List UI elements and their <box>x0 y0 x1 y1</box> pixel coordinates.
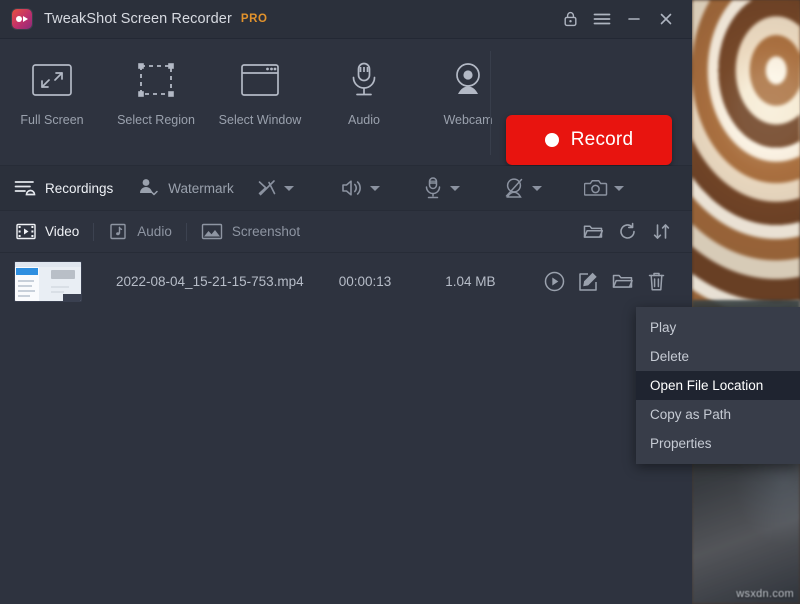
capture-webcam-label: Webcam <box>443 113 492 127</box>
watermark-off-icon[interactable] <box>256 177 278 199</box>
microphone-toggle-group <box>422 166 466 211</box>
microphone-icon <box>347 57 381 103</box>
context-menu-item-copy-as-path[interactable]: Copy as Path <box>636 400 800 429</box>
app-logo-icon <box>12 9 32 29</box>
chevron-down-icon[interactable] <box>278 166 300 211</box>
tab-screenshot-label: Screenshot <box>232 224 300 239</box>
tab-video[interactable]: Video <box>0 211 93 253</box>
camera-toggle-group <box>584 166 630 211</box>
close-icon[interactable] <box>650 0 682 38</box>
open-folder-icon[interactable] <box>578 217 608 247</box>
capture-select-region-label: Select Region <box>117 113 195 127</box>
record-button-label: Record <box>571 129 633 151</box>
microphone-icon[interactable] <box>422 176 444 200</box>
tab-actions <box>578 217 676 247</box>
watermark-toggle-group <box>256 166 300 211</box>
watermark-label: Watermark <box>168 181 234 196</box>
webcam-toggle-group <box>502 166 548 211</box>
webcam-icon <box>449 57 487 103</box>
chevron-down-icon[interactable] <box>444 166 466 211</box>
app-title: TweakShot Screen Recorder <box>44 11 232 27</box>
capture-webcam[interactable]: Webcam <box>416 39 520 127</box>
recordings-label: Recordings <box>45 181 113 196</box>
refresh-icon[interactable] <box>612 217 642 247</box>
capture-select-window-label: Select Window <box>219 113 302 127</box>
lock-icon[interactable] <box>554 0 586 38</box>
tab-audio-label: Audio <box>137 224 172 239</box>
chevron-down-icon[interactable] <box>526 166 548 211</box>
select-window-icon <box>239 57 281 103</box>
video-thumbnail <box>14 261 82 302</box>
film-icon <box>16 223 36 240</box>
table-row[interactable]: 2022-08-04_15-21-15-753.mp4 00:00:13 1.0… <box>0 253 692 309</box>
context-menu-item-play[interactable]: Play <box>636 313 800 342</box>
file-duration: 00:00:13 <box>339 274 446 289</box>
watermark-button[interactable]: Watermark <box>137 166 234 211</box>
context-menu-item-delete[interactable]: Delete <box>636 342 800 371</box>
full-screen-icon <box>31 57 73 103</box>
media-tabs: Video Audio <box>0 211 692 253</box>
minimize-icon[interactable] <box>618 0 650 38</box>
pro-badge: PRO <box>241 13 268 25</box>
music-note-icon <box>108 223 128 240</box>
folder-icon[interactable] <box>610 269 634 293</box>
file-name: 2022-08-04_15-21-15-753.mp4 <box>116 274 339 289</box>
select-region-icon <box>135 57 177 103</box>
capture-full-screen[interactable]: Full Screen <box>0 39 104 127</box>
capture-select-window[interactable]: Select Window <box>208 39 312 127</box>
edit-icon[interactable] <box>576 269 600 293</box>
record-dot-icon <box>545 133 559 147</box>
context-menu-item-properties[interactable]: Properties <box>636 429 800 458</box>
capture-audio[interactable]: Audio <box>312 39 416 127</box>
hamburger-menu-icon[interactable] <box>586 0 618 38</box>
recordings-icon <box>14 178 36 198</box>
image-icon <box>201 223 223 240</box>
options-bar: Recordings Watermark <box>0 166 692 211</box>
recordings-button[interactable]: Recordings <box>14 166 113 211</box>
sort-icon[interactable] <box>646 217 676 247</box>
speaker-toggle-group <box>340 166 386 211</box>
capture-audio-label: Audio <box>348 113 380 127</box>
speaker-icon[interactable] <box>340 177 364 199</box>
tab-audio[interactable]: Audio <box>94 211 186 253</box>
toolbar-divider <box>490 51 491 155</box>
site-watermark: wsxdn.com <box>736 588 794 600</box>
context-menu: Play Delete Open File Location Copy as P… <box>636 307 800 464</box>
capture-toolbar: Full Screen Select Region <box>0 39 692 166</box>
trash-icon[interactable] <box>644 269 668 293</box>
camera-icon[interactable] <box>584 178 608 198</box>
tab-video-label: Video <box>45 224 79 239</box>
record-button[interactable]: Record <box>506 115 672 165</box>
webcam-off-icon[interactable] <box>502 176 526 200</box>
row-actions <box>542 269 668 293</box>
file-size: 1.04 MB <box>445 274 542 289</box>
chevron-down-icon[interactable] <box>364 166 386 211</box>
wallpaper-swirl <box>692 0 800 320</box>
chevron-down-icon[interactable] <box>608 166 630 211</box>
watermark-stamp-icon <box>137 177 159 199</box>
window-controls <box>554 0 692 38</box>
recordings-list: 2022-08-04_15-21-15-753.mp4 00:00:13 1.0… <box>0 253 692 604</box>
play-icon[interactable] <box>542 269 566 293</box>
app-window: TweakShot Screen Recorder PRO <box>0 0 692 604</box>
context-menu-item-open-file-location[interactable]: Open File Location <box>636 371 800 400</box>
title-bar: TweakShot Screen Recorder PRO <box>0 0 692 39</box>
screen: wsxdn.com TweakShot Screen Recorder PRO <box>0 0 800 604</box>
desktop-wallpaper: wsxdn.com <box>692 0 800 604</box>
capture-full-screen-label: Full Screen <box>20 113 83 127</box>
capture-select-region[interactable]: Select Region <box>104 39 208 127</box>
tab-screenshot[interactable]: Screenshot <box>187 211 314 253</box>
